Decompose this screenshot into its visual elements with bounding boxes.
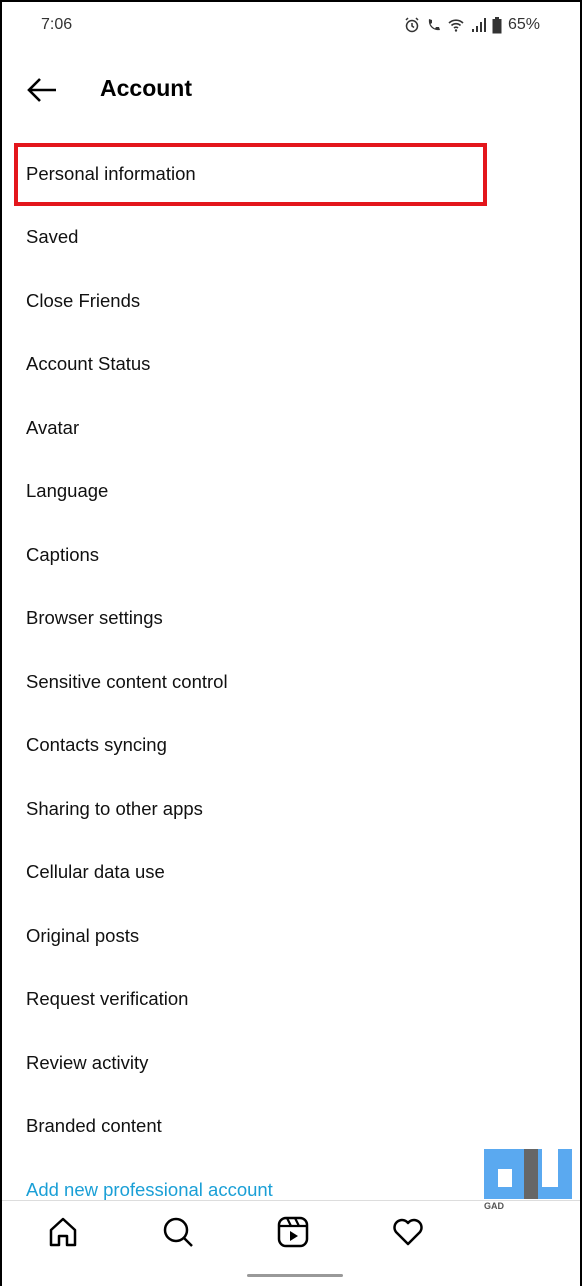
- alarm-icon: [405, 17, 419, 33]
- wifi-call-icon: [428, 19, 440, 31]
- menu-item-contacts-syncing[interactable]: Contacts syncing: [2, 714, 580, 778]
- menu-item-close-friends[interactable]: Close Friends: [2, 269, 580, 333]
- settings-list: Personal information Saved Close Friends…: [2, 142, 580, 1222]
- menu-item-request-verification[interactable]: Request verification: [2, 968, 580, 1032]
- menu-item-avatar[interactable]: Avatar: [2, 396, 580, 460]
- battery-percent: 65%: [507, 16, 540, 33]
- menu-item-sharing-to-other-apps[interactable]: Sharing to other apps: [2, 777, 580, 841]
- menu-item-saved[interactable]: Saved: [2, 206, 580, 270]
- menu-item-browser-settings[interactable]: Browser settings: [2, 587, 580, 651]
- menu-item-sensitive-content-control[interactable]: Sensitive content control: [2, 650, 580, 714]
- svg-text:GAD: GAD: [484, 1201, 505, 1211]
- watermark-logo: GAD: [484, 1149, 572, 1211]
- menu-item-language[interactable]: Language: [2, 460, 580, 524]
- menu-item-cellular-data-use[interactable]: Cellular data use: [2, 841, 580, 905]
- header: Account: [2, 72, 580, 108]
- status-bar: 7:06 65%: [2, 16, 580, 38]
- search-icon[interactable]: [161, 1215, 195, 1249]
- battery-icon: [492, 16, 502, 33]
- page-title: Account: [100, 75, 192, 101]
- status-time: 7:06: [41, 16, 73, 33]
- menu-item-captions[interactable]: Captions: [2, 523, 580, 587]
- bottom-nav: [2, 1200, 580, 1288]
- wifi-icon: [448, 19, 464, 32]
- menu-item-account-status[interactable]: Account Status: [2, 333, 580, 397]
- signal-icon: [471, 18, 486, 32]
- menu-item-original-posts[interactable]: Original posts: [2, 904, 580, 968]
- menu-item-review-activity[interactable]: Review activity: [2, 1031, 580, 1095]
- menu-item-personal-information[interactable]: Personal information: [2, 142, 580, 206]
- home-icon[interactable]: [46, 1215, 80, 1249]
- gesture-handle: [247, 1274, 343, 1277]
- heart-icon[interactable]: [391, 1215, 425, 1249]
- arrow-left-icon[interactable]: [26, 76, 58, 104]
- reels-icon[interactable]: [276, 1215, 310, 1249]
